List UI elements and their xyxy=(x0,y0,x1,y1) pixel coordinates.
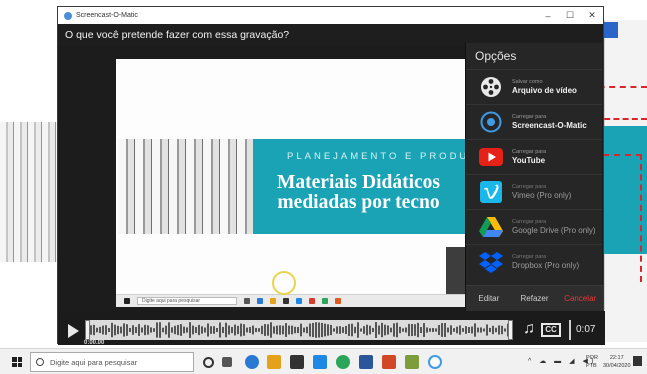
chrome-icon[interactable] xyxy=(336,355,350,369)
preview-taskbar: Digite aqui para pesquisar xyxy=(116,294,468,307)
search-icon xyxy=(36,358,44,366)
current-time: 0:00.00 xyxy=(84,340,105,346)
taskbar-search-box[interactable]: Digite aqui para pesquisar xyxy=(30,352,194,372)
preview-title-line2: mediadas por tecno xyxy=(277,192,440,213)
closed-captions-button[interactable]: CC xyxy=(541,323,561,337)
youtube-icon xyxy=(479,145,503,169)
option-upload-vimeo[interactable]: Carregar para Vimeo (Pro only) xyxy=(466,174,602,209)
word-icon[interactable] xyxy=(359,355,373,369)
preview-banner-title: Materiais Didáticos mediadas por tecno xyxy=(277,173,440,213)
option-label: Screencast-O-Matic xyxy=(512,120,587,130)
option-label: Arquivo de vídeo xyxy=(512,85,577,95)
preview-title-line1: Materiais Didáticos xyxy=(277,172,441,193)
audio-waveform xyxy=(90,322,511,338)
app-logo-icon xyxy=(64,11,72,20)
cortana-icon[interactable] xyxy=(203,357,214,368)
edit-button[interactable]: Editar xyxy=(466,286,512,311)
preview-app-icon xyxy=(322,298,328,304)
title-bar: Screencast-O-Matic – ☐ ✕ xyxy=(58,7,603,24)
play-icon[interactable] xyxy=(68,324,79,338)
preview-search-box: Digite aqui para pesquisar xyxy=(137,297,237,305)
option-label: Dropbox (Pro only) xyxy=(512,260,580,270)
preview-app-icon xyxy=(270,298,276,304)
mail-icon[interactable] xyxy=(313,355,327,369)
annotation-dash-line xyxy=(640,154,642,282)
option-upload-dropbox[interactable]: Carregar para Dropbox (Pro only) xyxy=(466,244,602,279)
controls-divider xyxy=(569,320,571,340)
paint-icon[interactable] xyxy=(405,355,419,369)
options-title: Opções xyxy=(475,49,517,63)
option-upload-screencast[interactable]: Carregar para Screencast-O-Matic xyxy=(466,104,602,139)
keyboard-layout: PTB xyxy=(586,363,597,369)
option-upload-youtube[interactable]: Carregar para YouTube xyxy=(466,139,602,174)
screencast-taskbar-icon[interactable] xyxy=(428,355,442,369)
background-window-icon xyxy=(604,22,618,38)
option-label: YouTube xyxy=(512,155,546,165)
taskbar-search-placeholder: Digite aqui para pesquisar xyxy=(50,357,138,367)
language-indicator[interactable]: POR PTB xyxy=(586,354,598,370)
redo-button[interactable]: Refazer xyxy=(512,286,558,311)
clock-date: 30/04/2020 xyxy=(603,363,631,369)
dropbox-icon xyxy=(479,250,503,274)
language-code: POR xyxy=(586,355,598,361)
trim-start-handle[interactable] xyxy=(85,320,90,340)
option-label: Google Drive (Pro only) xyxy=(512,225,596,235)
preview-app-icon xyxy=(257,298,263,304)
maximize-button[interactable]: ☐ xyxy=(559,10,581,21)
cursor-highlight-ring xyxy=(272,271,296,295)
screencast-logo-icon xyxy=(479,110,503,134)
preview-app-icon xyxy=(335,298,341,304)
preview-app-icon xyxy=(283,298,289,304)
recording-preview: PLANEJAMENTO E PRODU Materiais Didáticos… xyxy=(116,59,468,307)
option-label: Vimeo (Pro only) xyxy=(512,190,572,200)
google-drive-icon xyxy=(479,215,503,239)
background-building-image xyxy=(0,122,62,262)
option-save-video-file[interactable]: Salvar como Arquivo de vídeo xyxy=(466,69,602,104)
file-explorer-icon[interactable] xyxy=(267,355,281,369)
preview-app-icon xyxy=(296,298,302,304)
options-panel: Opções Salvar como Arquivo de vídeo Carr… xyxy=(465,43,603,311)
option-upload-google-drive[interactable]: Carregar para Google Drive (Pro only) xyxy=(466,209,602,244)
store-icon[interactable] xyxy=(290,355,304,369)
window-title: Screencast-O-Matic xyxy=(76,12,138,19)
edge-icon[interactable] xyxy=(245,355,259,369)
preview-start-icon xyxy=(124,298,130,304)
preview-banner: PLANEJAMENTO E PRODU Materiais Didáticos… xyxy=(253,139,468,234)
vimeo-icon xyxy=(479,180,503,204)
film-reel-icon xyxy=(479,75,503,99)
windows-taskbar: Digite aqui para pesquisar ^ ☁ ▬ ◢ ◀) PO… xyxy=(0,348,647,374)
music-note-icon[interactable]: ♫ xyxy=(523,320,535,338)
trim-end-handle[interactable] xyxy=(508,320,513,340)
cancel-button[interactable]: Cancelar xyxy=(557,286,603,311)
close-button[interactable]: ✕ xyxy=(581,10,603,21)
powerpoint-icon[interactable] xyxy=(382,355,396,369)
minimize-button[interactable]: – xyxy=(537,11,559,21)
screencast-window: Screencast-O-Matic – ☐ ✕ O que você pret… xyxy=(57,6,605,346)
task-view-icon[interactable] xyxy=(222,357,232,367)
preview-banner-subtitle: PLANEJAMENTO E PRODU xyxy=(287,151,468,162)
preview-app-icon xyxy=(309,298,315,304)
preview-building-image xyxy=(118,139,253,234)
taskbar-clock[interactable]: 22:17 30/04/2020 xyxy=(603,354,631,370)
clock-time: 22:17 xyxy=(609,355,624,361)
windows-start-icon[interactable] xyxy=(12,357,22,367)
preview-app-icon xyxy=(244,298,250,304)
player-controls: 0:00.00 ♫ CC 0:07 xyxy=(58,311,605,346)
timeline-track[interactable] xyxy=(88,320,511,340)
options-footer: Editar Refazer Cancelar xyxy=(466,285,603,311)
notification-icon[interactable] xyxy=(633,356,642,366)
duration-label: 0:07 xyxy=(576,324,596,335)
